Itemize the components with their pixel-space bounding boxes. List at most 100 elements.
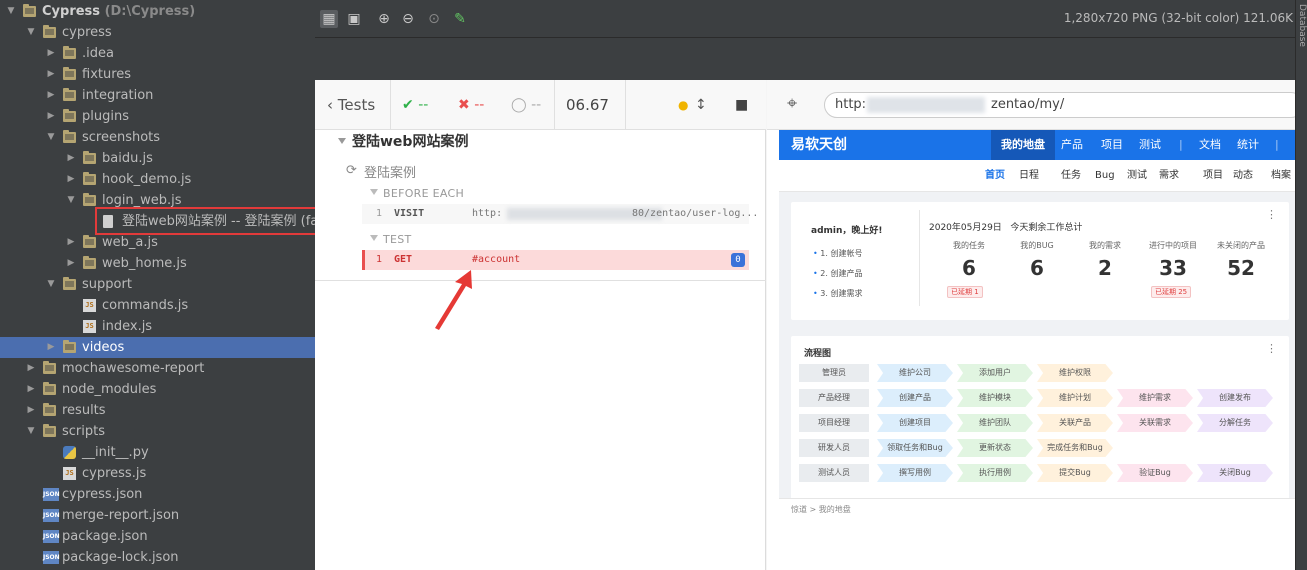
tree-item[interactable]: JSON package.json xyxy=(0,526,315,547)
stat-item[interactable]: 进行中的项目 33 xyxy=(1141,240,1205,280)
grid-icon[interactable]: ▣ xyxy=(345,10,363,28)
chevron-right-icon[interactable]: ▶ xyxy=(66,232,76,253)
tree-item[interactable]: ▼ cypress xyxy=(0,22,315,43)
tree-item[interactable]: JSON merge-report.json xyxy=(0,505,315,526)
nav-product[interactable]: 产品 xyxy=(1061,130,1083,160)
stat-item[interactable]: 未关闭的产品 52 xyxy=(1209,240,1273,280)
chevron-right-icon[interactable]: ▶ xyxy=(46,64,56,85)
database-tab[interactable]: Database xyxy=(1297,4,1307,47)
chevron-right-icon[interactable]: ▶ xyxy=(26,358,36,379)
chevron-down-icon[interactable]: ▼ xyxy=(26,22,36,43)
scroll-toggle-icon[interactable]: ↕ xyxy=(695,80,707,130)
flow-step[interactable]: 验证Bug xyxy=(1117,464,1193,482)
todo-item[interactable]: • 1. 创建帐号 xyxy=(813,248,862,259)
actual-size-icon[interactable]: ⊙ xyxy=(425,10,443,28)
tree-item[interactable]: ▶ node_modules xyxy=(0,379,315,400)
suite-title[interactable]: 登陆web网站案例 xyxy=(352,131,468,151)
tree-item[interactable]: ▼ support xyxy=(0,274,315,295)
flow-step[interactable]: 创建项目 xyxy=(877,414,953,432)
tree-item[interactable]: ▶ videos xyxy=(0,337,315,358)
flow-step[interactable]: 添加用户 xyxy=(957,364,1033,382)
subnav-item[interactable]: Bug xyxy=(1095,160,1115,192)
tree-item[interactable]: ▼ Cypress (D:\Cypress) xyxy=(0,1,315,22)
command-row-visit[interactable]: 1 VISIT http: 80/zentao/user-log... xyxy=(362,204,758,224)
chevron-right-icon[interactable]: ▶ xyxy=(46,106,56,127)
flow-step[interactable]: 创建产品 xyxy=(877,389,953,407)
tree-item[interactable]: JS commands.js xyxy=(0,295,315,316)
caret-down-icon[interactable] xyxy=(370,235,378,241)
nav-test[interactable]: 测试 xyxy=(1139,130,1161,160)
tree-item[interactable]: ▶ fixtures xyxy=(0,64,315,85)
stat-item[interactable]: 我的需求 2 xyxy=(1073,240,1137,280)
stat-item[interactable]: 我的BUG 6 xyxy=(1005,240,1069,280)
tree-item[interactable]: ▶ integration xyxy=(0,85,315,106)
flow-step[interactable]: 分解任务 xyxy=(1197,414,1273,432)
flow-step[interactable]: 撰写用例 xyxy=(877,464,953,482)
subnav-item[interactable]: 需求 xyxy=(1159,160,1179,192)
tree-item[interactable]: ▶ plugins xyxy=(0,106,315,127)
flow-step[interactable]: 维护计划 xyxy=(1037,389,1113,407)
stat-item[interactable]: 我的任务 6 xyxy=(937,240,1001,280)
flow-step[interactable]: 执行用例 xyxy=(957,464,1033,482)
flow-step[interactable]: 更新状态 xyxy=(957,439,1033,457)
flow-step[interactable]: 维护模块 xyxy=(957,389,1033,407)
caret-down-icon[interactable] xyxy=(370,189,378,195)
nav-project[interactable]: 项目 xyxy=(1101,130,1123,160)
tree-item[interactable]: ▶ web_home.js xyxy=(0,253,315,274)
flow-step[interactable]: 维护需求 xyxy=(1117,389,1193,407)
subnav-item[interactable]: 档案 xyxy=(1271,160,1291,192)
flow-step[interactable]: 维护团队 xyxy=(957,414,1033,432)
tree-item[interactable]: ▶ .idea xyxy=(0,43,315,64)
flow-step[interactable]: 完成任务和Bug xyxy=(1037,439,1113,457)
tree-item[interactable]: JSON cypress.json xyxy=(0,484,315,505)
more-icon[interactable]: ⋮ xyxy=(1266,208,1277,221)
zoom-in-icon[interactable]: ⊕ xyxy=(375,10,393,28)
flow-step[interactable]: 创建发布 xyxy=(1197,389,1273,407)
flow-step[interactable]: 关联产品 xyxy=(1037,414,1113,432)
tree-item[interactable]: JS cypress.js xyxy=(0,463,315,484)
nav-stats[interactable]: 统计 xyxy=(1237,130,1259,160)
tree-item[interactable]: ▼ screenshots xyxy=(0,127,315,148)
subnav-item[interactable]: 任务 xyxy=(1061,160,1081,192)
subnav-item[interactable]: 首页 xyxy=(985,160,1005,192)
subnav-item[interactable]: 日程 xyxy=(1019,160,1039,192)
chevron-right-icon[interactable]: ▶ xyxy=(66,253,76,274)
flow-step[interactable]: 关闭Bug xyxy=(1197,464,1273,482)
chevron-right-icon[interactable]: ▶ xyxy=(26,379,36,400)
tree-item[interactable]: ▶ mochawesome-report xyxy=(0,358,315,379)
tree-item[interactable]: ▼ scripts xyxy=(0,421,315,442)
tree-item[interactable]: __init__.py xyxy=(0,442,315,463)
chevron-down-icon[interactable]: ▼ xyxy=(46,127,56,148)
chevron-down-icon[interactable]: ▼ xyxy=(6,1,16,22)
todo-item[interactable]: • 3. 创建需求 xyxy=(813,288,862,299)
url-bar[interactable]: http: zentao/my/ xyxy=(824,92,1304,118)
chevron-right-icon[interactable]: ▶ xyxy=(66,148,76,169)
stop-button[interactable]: ■ xyxy=(735,80,748,130)
tree-item[interactable]: ▶ web_a.js xyxy=(0,232,315,253)
flow-step[interactable]: 维护权限 xyxy=(1037,364,1113,382)
tree-item[interactable]: ▶ results xyxy=(0,400,315,421)
flow-step[interactable]: 领取任务和Bug xyxy=(877,439,953,457)
chevron-down-icon[interactable]: ▼ xyxy=(46,274,56,295)
zoom-out-icon[interactable]: ⊖ xyxy=(399,10,417,28)
subnav-item[interactable]: 动态 xyxy=(1233,160,1253,192)
subnav-item[interactable]: 测试 xyxy=(1127,160,1147,192)
breadcrumb[interactable]: 惊道 > 我的地盘 xyxy=(791,504,851,515)
chevron-right-icon[interactable]: ▶ xyxy=(46,85,56,106)
test-title[interactable]: 登陆案例 xyxy=(364,162,416,181)
chevron-down-icon[interactable]: ▼ xyxy=(26,421,36,442)
tree-item[interactable]: ▶ baidu.js xyxy=(0,148,315,169)
tree-item[interactable]: ▶ hook_demo.js xyxy=(0,169,315,190)
checkerboard-icon[interactable]: ▦ xyxy=(320,10,338,28)
chevron-down-icon[interactable]: ▼ xyxy=(66,190,76,211)
chevron-right-icon[interactable]: ▶ xyxy=(46,43,56,64)
nav-my[interactable]: 我的地盘 xyxy=(991,130,1055,160)
chevron-right-icon[interactable]: ▶ xyxy=(66,169,76,190)
command-row-get[interactable]: 1 GET #account 0 xyxy=(362,250,749,270)
todo-item[interactable]: • 2. 创建产品 xyxy=(813,268,862,279)
color-picker-icon[interactable]: ✎ xyxy=(451,10,469,28)
flow-step[interactable]: 维护公司 xyxy=(877,364,953,382)
nav-doc[interactable]: 文档 xyxy=(1199,130,1221,160)
tree-item[interactable]: JSON package-lock.json xyxy=(0,547,315,568)
flow-step[interactable]: 关联需求 xyxy=(1117,414,1193,432)
